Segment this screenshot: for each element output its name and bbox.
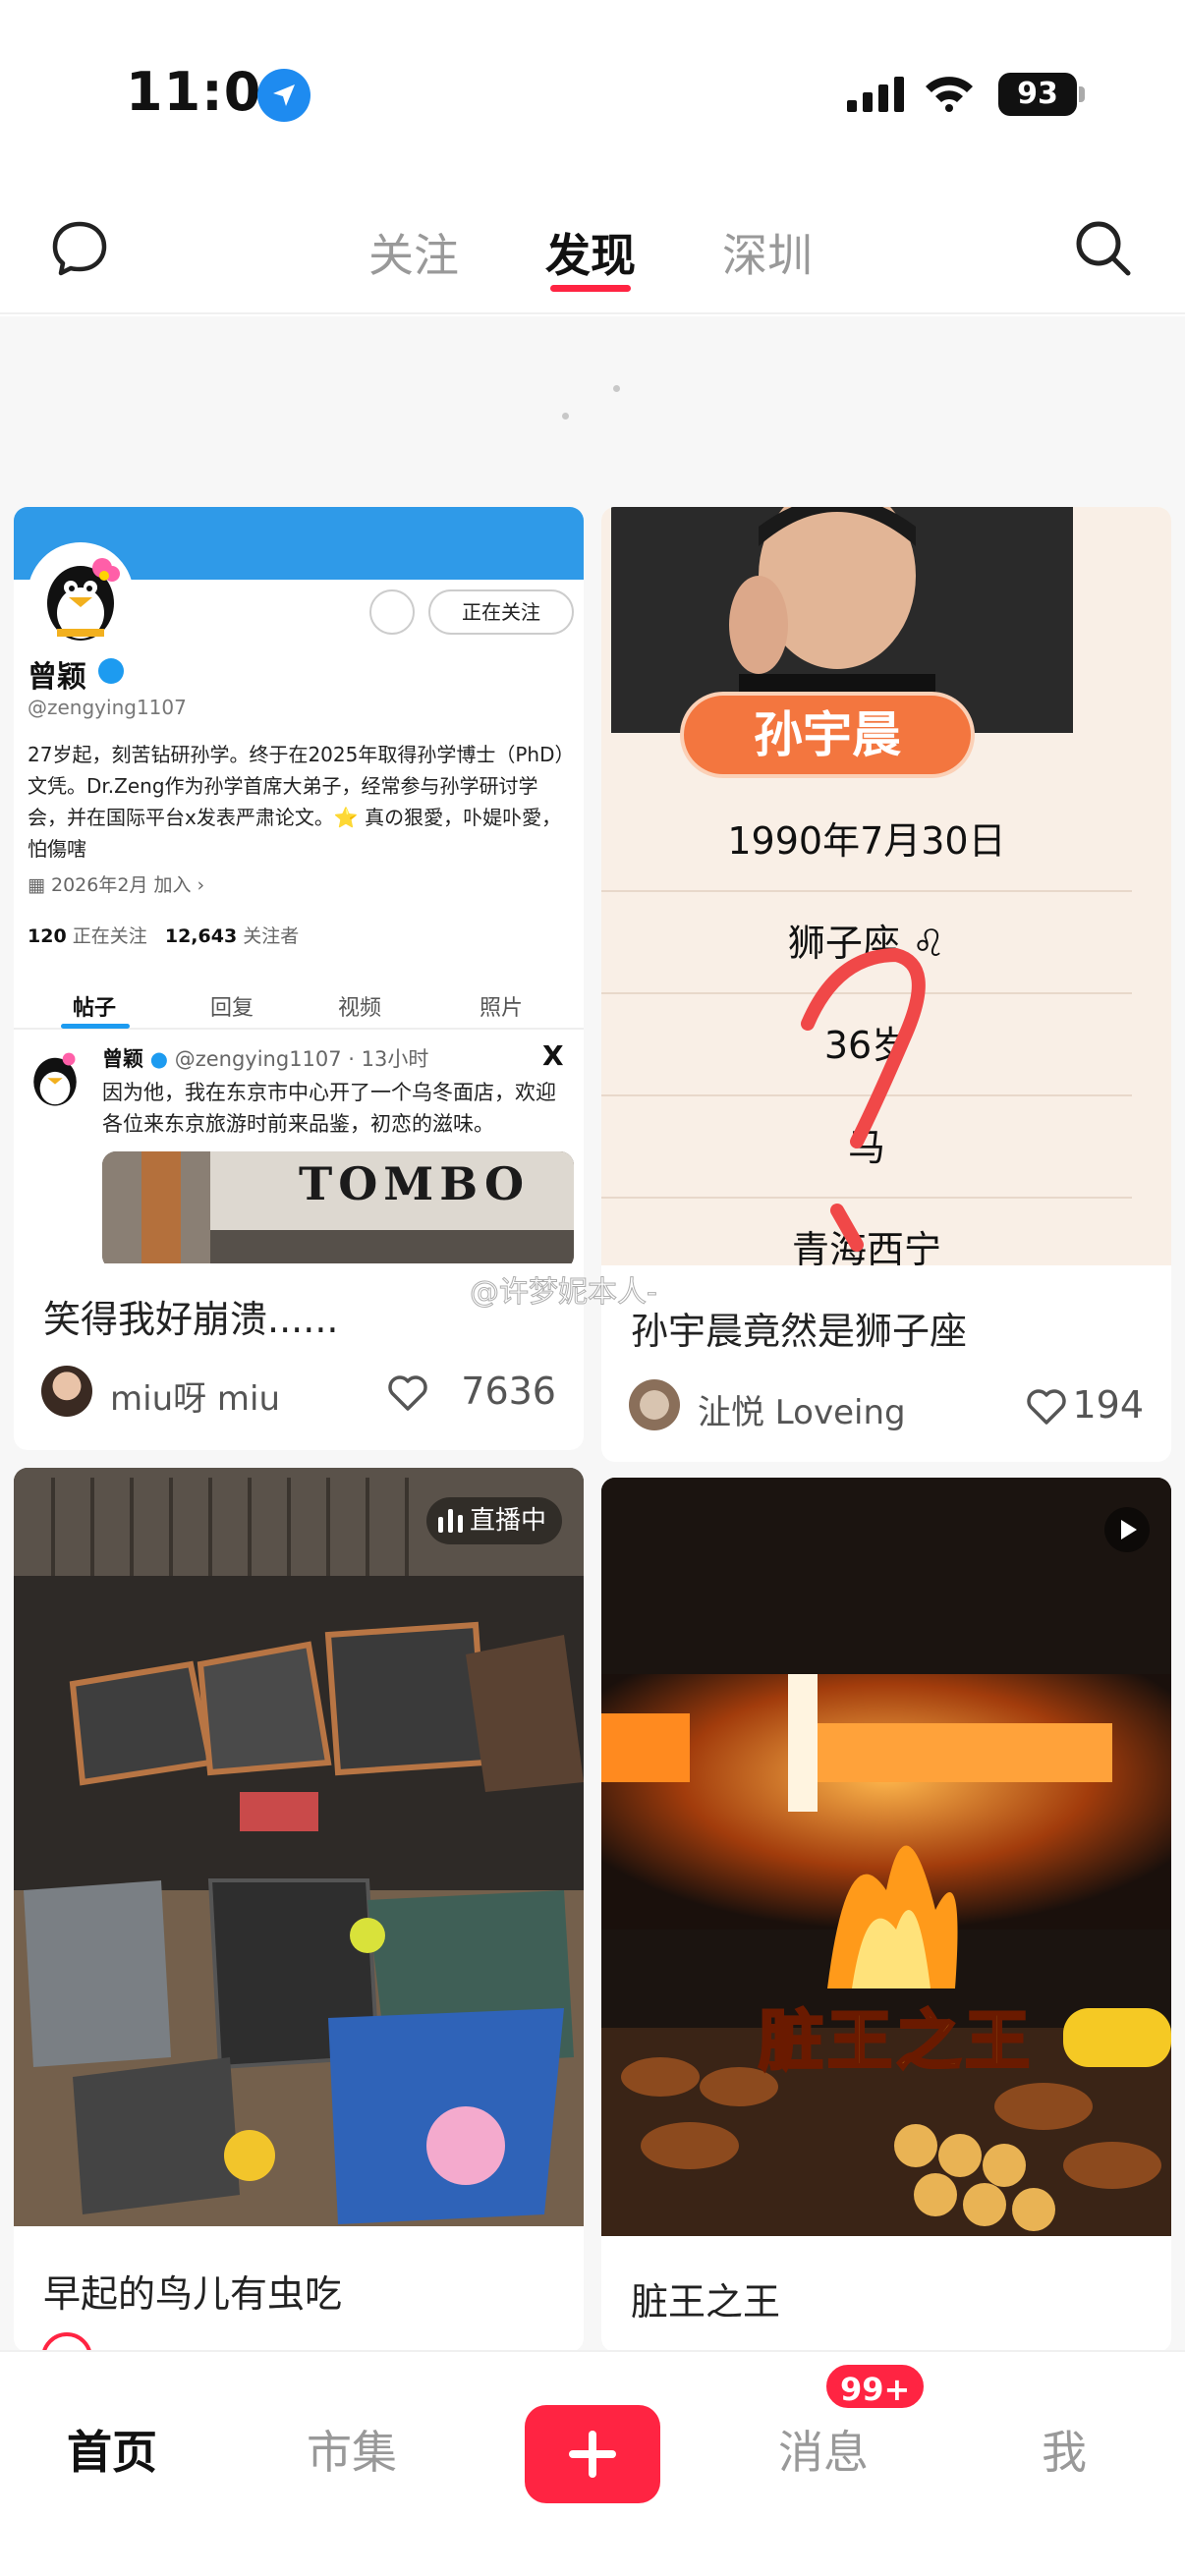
cover-overlay-title: 脏王之王 — [758, 2002, 1034, 2081]
pull-refresh-dot — [562, 413, 569, 420]
tab-city[interactable]: 深圳 — [722, 220, 813, 285]
author-avatar[interactable] — [41, 2332, 92, 2352]
info-row-birthday: 1990年7月30日 — [601, 790, 1132, 892]
calendar-icon: ▦ — [28, 874, 51, 896]
tab-messages[interactable]: 消息 — [778, 2417, 869, 2482]
profile-tab-videos: 视频 — [338, 996, 382, 1021]
author-name[interactable]: miu呀 miu — [110, 1372, 280, 1420]
profile-name: 曾颖 — [28, 660, 86, 695]
note-cover-image: 直播中 — [14, 1468, 584, 2226]
joined-date: 2026年2月 加入 — [51, 874, 192, 896]
live-badge: 直播中 — [425, 1497, 562, 1544]
shop-sign: TOMBO — [299, 1157, 531, 1210]
like-count: 194 — [1072, 1383, 1144, 1427]
post-header: 曾颖 ● @zengying1107 · 13小时 — [102, 1043, 428, 1073]
penguin-avatar — [28, 542, 134, 648]
profile-tab-posts: 帖子 — [73, 996, 117, 1021]
watermark: @许梦妮本人- — [470, 1275, 658, 1311]
notify-bell-button — [369, 589, 415, 635]
live-badge-label: 直播中 — [469, 1506, 546, 1536]
chat-bubble-icon[interactable] — [49, 218, 110, 279]
profile-tab-photos: 照片 — [480, 996, 524, 1021]
bottom-tab-bar: 首页 市集 消息 99+ 我 — [0, 2350, 1185, 2576]
profile-bio: 27岁起，刻苦钻研孙学。终于在2025年取得孙学博士（PhD）文凭。Dr.Zen… — [28, 743, 565, 861]
note-title: 脏王之王 — [631, 2280, 781, 2324]
profile-tab-replies: 回复 — [210, 996, 254, 1021]
verified-badge-icon: ● — [149, 1047, 169, 1071]
post-photo: TOMBO — [102, 1151, 574, 1263]
note-meta: 沚悦 Loveing 194 — [629, 1379, 1144, 1434]
pull-refresh-dot — [613, 385, 620, 392]
note-title: 笑得我好崩溃...... — [43, 1298, 339, 1341]
following-count: 120 — [28, 925, 67, 947]
profile-stats: 120 正在关注 12,643 关注者 — [28, 922, 299, 948]
battery-tip — [1079, 86, 1085, 102]
followers-count: 12,643 — [164, 925, 238, 947]
tab-discover[interactable]: 发现 — [545, 220, 636, 285]
cellular-signal-icon — [847, 77, 904, 112]
messages-badge: 99+ — [823, 2362, 928, 2411]
heart-icon[interactable] — [387, 1373, 428, 1413]
tab-follow[interactable]: 关注 — [368, 220, 459, 285]
profile-handle: @zengying1107 — [28, 696, 187, 719]
note-card[interactable]: 孙宇晨 1990年7月30日 狮子座 ♌ 36岁 马 青海西宁 孙宇晨竟然是狮子… — [601, 507, 1171, 1462]
publish-plus-button[interactable] — [525, 2405, 660, 2503]
verified-badge-icon — [98, 658, 124, 684]
post-avatar — [24, 1045, 86, 1108]
battery-indicator: 93 — [998, 73, 1077, 116]
note-cover-image: 孙宇晨 1990年7月30日 狮子座 ♌ 36岁 马 青海西宁 — [601, 507, 1171, 1265]
profile-joined: ▦ 2026年2月 加入 › — [28, 870, 204, 897]
note-title: 早起的鸟儿有虫吃 — [43, 2272, 343, 2316]
followers-label: 关注者 — [243, 925, 300, 947]
author-avatar[interactable] — [41, 1366, 92, 1417]
question-mark-drawing — [801, 947, 926, 1252]
post-meta: @zengying1107 · 13小时 — [174, 1047, 429, 1071]
like-count: 7636 — [461, 1370, 556, 1413]
active-tab-indicator — [550, 285, 631, 292]
author-avatar[interactable] — [629, 1379, 680, 1430]
note-meta: miu呀 miu 7636 — [41, 1366, 556, 1421]
x-logo-icon: X — [542, 1039, 564, 1072]
top-nav: 关注 发现 深圳 — [0, 187, 1185, 314]
note-title: 孙宇晨竟然是狮子座 — [631, 1310, 968, 1353]
author-name[interactable]: 沚悦 Loveing — [698, 1385, 906, 1433]
profile-tabs: 帖子 回复 视频 照片 — [14, 980, 584, 1030]
following-label: 正在关注 — [72, 925, 147, 947]
note-card[interactable]: 直播中 早起的鸟儿有虫吃 — [14, 1468, 584, 2352]
wifi-icon — [926, 77, 973, 112]
name-tag: 孙宇晨 — [680, 692, 975, 778]
note-card[interactable]: 脏王之王 脏王之王 — [601, 1478, 1171, 2352]
search-icon[interactable] — [1071, 216, 1134, 279]
tab-me[interactable]: 我 — [1042, 2417, 1087, 2482]
heart-icon[interactable] — [1026, 1387, 1067, 1427]
following-button: 正在关注 — [428, 589, 574, 635]
live-bars-icon — [437, 1509, 463, 1533]
status-bar: 11:09 93 — [0, 0, 1185, 187]
profile-tab-indicator — [61, 1024, 130, 1029]
chevron-right-icon: › — [191, 874, 205, 896]
video-play-icon — [1104, 1507, 1150, 1552]
post-author: 曾颖 — [102, 1047, 143, 1071]
note-cover-image: 正在关注 曾颖 @zengying1107 27岁起，刻苦钻研孙学。终于在202… — [14, 507, 584, 1263]
location-arrow-icon — [257, 69, 310, 122]
tab-market[interactable]: 市集 — [307, 2417, 397, 2482]
note-cover-image: 脏王之王 — [601, 1478, 1171, 2236]
post-text: 因为他，我在东京市中心开了一个乌冬面店，欢迎各位来东京旅游时前来品鉴，初恋的滋味… — [102, 1081, 556, 1136]
tab-home[interactable]: 首页 — [67, 2417, 157, 2482]
